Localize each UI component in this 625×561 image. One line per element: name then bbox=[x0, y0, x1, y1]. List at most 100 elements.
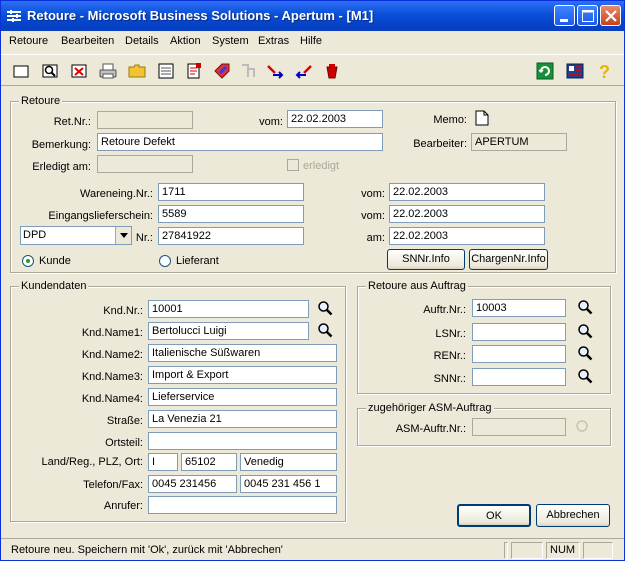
app-icon[interactable] bbox=[7, 9, 21, 23]
print-icon[interactable] bbox=[98, 61, 118, 81]
delete-icon[interactable] bbox=[69, 61, 89, 81]
kundendaten-group: Kundendaten Knd.Nr.: 10001 Knd.Name1: Be… bbox=[10, 280, 346, 522]
ortsteil-label: Ortsteil: bbox=[105, 437, 143, 449]
snninfo-button[interactable]: SNNr.Info bbox=[387, 249, 465, 270]
info-panel-icon[interactable] bbox=[565, 61, 585, 81]
ok-button[interactable]: OK bbox=[457, 504, 531, 527]
filter-icon[interactable] bbox=[238, 61, 258, 81]
bemerkung-field[interactable]: Retoure Defekt bbox=[97, 133, 383, 151]
eingangslieferschein-label: Eingangslieferschein: bbox=[48, 210, 153, 222]
erledigt-label: erledigt bbox=[303, 160, 340, 172]
nr-label: Nr.: bbox=[135, 232, 153, 244]
menu-aktion[interactable]: Aktion bbox=[170, 35, 201, 47]
menu-hilfe[interactable]: Hilfe bbox=[300, 35, 322, 47]
erledigt-am-field bbox=[97, 155, 193, 173]
status-panel-blank bbox=[511, 542, 543, 559]
kndnr-field[interactable]: 10001 bbox=[148, 300, 309, 318]
memo-label: Memo: bbox=[433, 114, 467, 126]
vom-label: vom: bbox=[259, 116, 283, 128]
snnr-label: SNNr.: bbox=[433, 373, 466, 385]
name1-search-icon[interactable] bbox=[317, 322, 333, 338]
anrufer-label: Anrufer: bbox=[103, 500, 143, 512]
vom-field[interactable]: 22.02.2003 bbox=[287, 110, 383, 128]
refresh-icon[interactable] bbox=[535, 61, 555, 81]
plz-field[interactable]: 65102 bbox=[181, 453, 237, 471]
renr-search-icon[interactable] bbox=[577, 345, 593, 361]
name3-field[interactable]: Import & Export bbox=[148, 366, 337, 384]
transfer-icon[interactable] bbox=[265, 61, 285, 81]
report-icon[interactable] bbox=[184, 61, 204, 81]
ort-field[interactable]: Venedig bbox=[240, 453, 337, 471]
snnr-field[interactable] bbox=[472, 368, 566, 386]
transfer-back-icon[interactable] bbox=[294, 61, 314, 81]
lsnr-search-icon[interactable] bbox=[577, 323, 593, 339]
abbrechen-button[interactable]: Abbrechen bbox=[536, 504, 610, 527]
eingangslieferschein-vom-field[interactable]: 22.02.2003 bbox=[389, 205, 545, 223]
asmnr-label: ASM-Auftr.Nr.: bbox=[395, 423, 466, 435]
auftrag-legend: Retoure aus Auftrag bbox=[366, 280, 468, 292]
clear-icon[interactable] bbox=[322, 61, 342, 81]
bearbeiter-label: Bearbeiter: bbox=[413, 138, 467, 150]
maximize-button[interactable] bbox=[577, 5, 598, 26]
wareneing-vom-field[interactable]: 22.02.2003 bbox=[389, 183, 545, 201]
chevron-down-icon[interactable] bbox=[115, 227, 131, 244]
anrufer-field[interactable] bbox=[148, 496, 337, 514]
status-panel-divider bbox=[504, 542, 508, 559]
window-title: Retoure - Microsoft Business Solutions -… bbox=[27, 8, 374, 23]
name4-field[interactable]: Lieferservice bbox=[148, 388, 337, 406]
eingangslieferschein-field[interactable]: 5589 bbox=[158, 205, 304, 223]
kndnr-label: Knd.Nr.: bbox=[103, 305, 143, 317]
name2-field[interactable]: Italienische Süßwaren bbox=[148, 344, 337, 362]
menu-bar: Retoure Bearbeiten Details Aktion System… bbox=[1, 32, 624, 52]
list-icon[interactable] bbox=[156, 61, 176, 81]
title-bar[interactable]: Retoure - Microsoft Business Solutions -… bbox=[1, 1, 624, 31]
snnr-search-icon[interactable] bbox=[577, 368, 593, 384]
renr-label: RENr.: bbox=[433, 350, 466, 362]
chargeninfo-button[interactable]: ChargenNr.Info bbox=[469, 249, 548, 270]
menu-retoure[interactable]: Retoure bbox=[9, 35, 48, 47]
memo-icon[interactable] bbox=[475, 110, 489, 129]
status-num-indicator: NUM bbox=[546, 542, 580, 559]
radio-kunde[interactable] bbox=[22, 255, 34, 267]
land-label: Land/Reg., PLZ, Ort: bbox=[41, 456, 144, 468]
radio-lieferant[interactable] bbox=[159, 255, 171, 267]
retnr-label: Ret.Nr.: bbox=[53, 116, 91, 128]
menu-bearbeiten[interactable]: Bearbeiten bbox=[61, 35, 114, 47]
telefon-label: Telefon/Fax: bbox=[83, 479, 143, 491]
strasse-field[interactable]: La Venezia 21 bbox=[148, 410, 337, 428]
menu-system[interactable]: System bbox=[212, 35, 249, 47]
menu-details[interactable]: Details bbox=[125, 35, 159, 47]
auftrnr-field[interactable]: 10003 bbox=[472, 299, 566, 317]
search-doc-icon[interactable] bbox=[40, 61, 60, 81]
am-field[interactable]: 22.02.2003 bbox=[389, 227, 545, 245]
erledigt-checkbox[interactable] bbox=[287, 159, 299, 171]
menu-extras[interactable]: Extras bbox=[258, 35, 289, 47]
carrier-select[interactable]: DPD bbox=[20, 226, 132, 245]
asmnr-field bbox=[472, 418, 566, 436]
kndnr-search-icon[interactable] bbox=[317, 300, 333, 316]
toolbar: ? bbox=[1, 54, 624, 86]
svg-text:?: ? bbox=[599, 62, 610, 81]
name3-label: Knd.Name3: bbox=[81, 371, 143, 383]
lsnr-field[interactable] bbox=[472, 323, 566, 341]
close-button[interactable] bbox=[600, 5, 621, 26]
erledigt-am-label: Erledigt am: bbox=[32, 161, 91, 173]
open-folder-icon[interactable] bbox=[127, 61, 147, 81]
wareneing-field[interactable]: 1711 bbox=[158, 183, 304, 201]
new-icon[interactable] bbox=[11, 61, 31, 81]
name1-field[interactable]: Bertolucci Luigi bbox=[148, 322, 309, 340]
telefon-field[interactable]: 0045 231456 bbox=[148, 475, 237, 493]
radio-lieferant-label: Lieferant bbox=[176, 255, 219, 267]
nr-field[interactable]: 27841922 bbox=[158, 227, 304, 245]
kundendaten-legend: Kundendaten bbox=[19, 280, 89, 292]
tag-icon[interactable] bbox=[212, 61, 232, 81]
help-icon[interactable]: ? bbox=[594, 61, 614, 81]
ortsteil-field[interactable] bbox=[148, 432, 337, 450]
asm-legend: zugehöriger ASM-Auftrag bbox=[366, 402, 494, 414]
status-bar: Retoure neu. Speichern mit 'Ok', zurück … bbox=[1, 538, 624, 560]
renr-field[interactable] bbox=[472, 345, 566, 363]
land-field[interactable]: I bbox=[148, 453, 178, 471]
fax-field[interactable]: 0045 231 456 1 bbox=[240, 475, 337, 493]
auftrnr-search-icon[interactable] bbox=[577, 299, 593, 315]
minimize-button[interactable] bbox=[554, 5, 575, 26]
